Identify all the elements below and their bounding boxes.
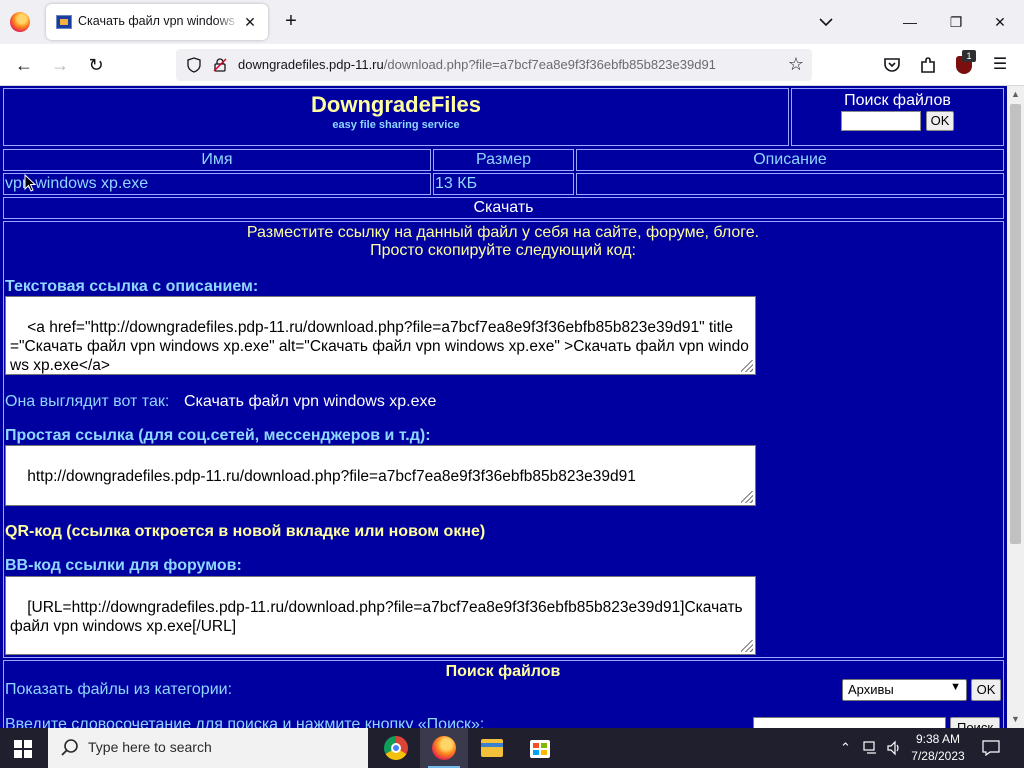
- url-path: /download.php?file=a7bcf7ea8e9f3f36ebfb8…: [383, 57, 716, 72]
- preview-link[interactable]: Скачать файл vpn windows xp.exe: [184, 393, 436, 411]
- column-header-description: Описание: [576, 149, 1004, 171]
- share-instruction-2: Просто скопируйте следующий код:: [370, 242, 636, 259]
- category-select[interactable]: Архивы ▼: [842, 679, 967, 701]
- resize-grip-icon[interactable]: [741, 491, 753, 503]
- keyword-label: Введите словосочетание для поиска и нажм…: [5, 716, 485, 728]
- minimize-icon[interactable]: —: [898, 10, 922, 34]
- url-text: downgradefiles.pdp-11.ru/download.php?fi…: [238, 57, 716, 72]
- plus-icon[interactable]: +: [280, 10, 302, 32]
- notifications-icon[interactable]: [982, 740, 1000, 756]
- file-description-cell: [576, 173, 1004, 195]
- volume-icon[interactable]: [886, 740, 902, 756]
- text-link-label: Текстовая ссылка с описанием:: [5, 278, 259, 295]
- taskbar: Type here to search ⌃ 9:38 AM 7/28/2023: [0, 728, 1024, 768]
- site-favicon-icon: [56, 15, 72, 29]
- text-link-textarea[interactable]: <a href="http://downgradefiles.pdp-11.ru…: [5, 296, 756, 375]
- site-title[interactable]: DowngradeFiles: [4, 92, 788, 118]
- header-search-input[interactable]: [841, 111, 921, 131]
- header-search-ok-button[interactable]: OK: [926, 111, 954, 131]
- reload-icon[interactable]: ↻: [84, 53, 108, 77]
- bb-code-textarea[interactable]: [URL=http://downgradefiles.pdp-11.ru/dow…: [5, 576, 756, 655]
- page-scrollbar[interactable]: ▲ ▼: [1007, 86, 1024, 728]
- scroll-thumb[interactable]: [1010, 104, 1021, 544]
- column-header-name: Имя: [3, 149, 431, 171]
- clock-time[interactable]: 9:38 AM: [906, 732, 970, 746]
- windows-start-icon[interactable]: [14, 740, 32, 758]
- network-icon[interactable]: [863, 741, 879, 755]
- simple-link-label: Простая ссылка (для соц.сетей, мессендже…: [5, 427, 431, 444]
- firefox-icon[interactable]: [10, 12, 30, 32]
- file-size-cell: 13 КБ: [433, 173, 574, 195]
- chevron-up-icon[interactable]: ⌃: [840, 740, 851, 756]
- category-selected-value: Архивы: [848, 682, 894, 697]
- search-icon: [61, 739, 78, 756]
- tab-bar: Скачать файл vpn windows xp.exe ✕ + — ❐ …: [0, 0, 1024, 44]
- file-name-cell: vpn windows xp.exe: [3, 173, 431, 195]
- preview-label: Она выглядит вот так:: [5, 393, 170, 410]
- extensions-icon[interactable]: [916, 53, 940, 77]
- pocket-icon[interactable]: [880, 53, 904, 77]
- bb-code-label: BB-код ссылки для форумов:: [5, 557, 242, 574]
- restore-icon[interactable]: ❐: [944, 10, 968, 34]
- column-header-size: Размер: [433, 149, 574, 171]
- download-link[interactable]: Скачать: [3, 197, 1004, 219]
- taskbar-search-placeholder: Type here to search: [88, 739, 212, 755]
- clock-date[interactable]: 7/28/2023: [906, 749, 970, 763]
- back-icon[interactable]: ←: [12, 53, 36, 77]
- shield-icon[interactable]: [186, 57, 202, 73]
- close-icon[interactable]: ✕: [240, 12, 260, 32]
- category-ok-button[interactable]: OK: [971, 679, 1001, 701]
- simple-link-code: http://downgradefiles.pdp-11.ru/download…: [27, 468, 636, 485]
- page-viewport: DowngradeFiles easy file sharing service…: [0, 86, 1024, 728]
- forward-icon[interactable]: →: [48, 53, 72, 77]
- search-title: Поиск файлов: [844, 92, 951, 109]
- resize-grip-icon[interactable]: [741, 360, 753, 372]
- star-icon[interactable]: ☆: [788, 54, 804, 75]
- text-link-code: <a href="http://downgradefiles.pdp-11.ru…: [10, 319, 749, 374]
- resize-grip-icon[interactable]: [741, 640, 753, 652]
- store-icon[interactable]: [516, 728, 564, 768]
- lock-icon[interactable]: [212, 57, 228, 73]
- extension-badge: 1: [962, 50, 976, 62]
- active-tab[interactable]: Скачать файл vpn windows xp.exe ✕: [46, 4, 268, 40]
- chrome-icon[interactable]: [372, 728, 420, 768]
- share-instruction-1: Разместите ссылку на данный файл у себя …: [246, 224, 760, 241]
- keyword-search-input[interactable]: [753, 717, 946, 728]
- menu-icon[interactable]: ☰: [988, 53, 1012, 77]
- navigation-bar: ← → ↻ downgradefiles.pdp-11.ru/download.…: [0, 44, 1024, 86]
- site-header: DowngradeFiles easy file sharing service: [3, 88, 789, 146]
- header-search: Поиск файлов OK: [791, 88, 1004, 146]
- category-label: Показать файлы из категории:: [5, 681, 233, 698]
- simple-link-textarea[interactable]: http://downgradefiles.pdp-11.ru/download…: [5, 445, 756, 506]
- bb-code-text: [URL=http://downgradefiles.pdp-11.ru/dow…: [10, 599, 747, 635]
- firefox-taskbar-icon[interactable]: [420, 728, 468, 768]
- qr-code-link[interactable]: QR-код (ссылка откроется в новой вкладке…: [5, 523, 485, 541]
- mouse-cursor-icon: [24, 174, 36, 192]
- tab-title: Скачать файл vpn windows xp.exe: [78, 14, 240, 28]
- keyword-search-button[interactable]: Поиск: [950, 717, 1000, 728]
- scroll-up-icon[interactable]: ▲: [1007, 86, 1024, 103]
- window-close-icon[interactable]: ✕: [988, 10, 1012, 34]
- file-explorer-icon[interactable]: [468, 728, 516, 768]
- site-subtitle: easy file sharing service: [332, 119, 460, 131]
- scroll-down-icon[interactable]: ▼: [1007, 711, 1024, 728]
- chevron-down-icon[interactable]: [816, 12, 836, 32]
- taskbar-search-box[interactable]: Type here to search: [48, 728, 368, 768]
- url-host: downgradefiles.pdp-11.ru: [238, 57, 384, 72]
- url-bar[interactable]: downgradefiles.pdp-11.ru/download.php?fi…: [176, 49, 812, 81]
- chevron-down-icon: ▼: [950, 681, 961, 693]
